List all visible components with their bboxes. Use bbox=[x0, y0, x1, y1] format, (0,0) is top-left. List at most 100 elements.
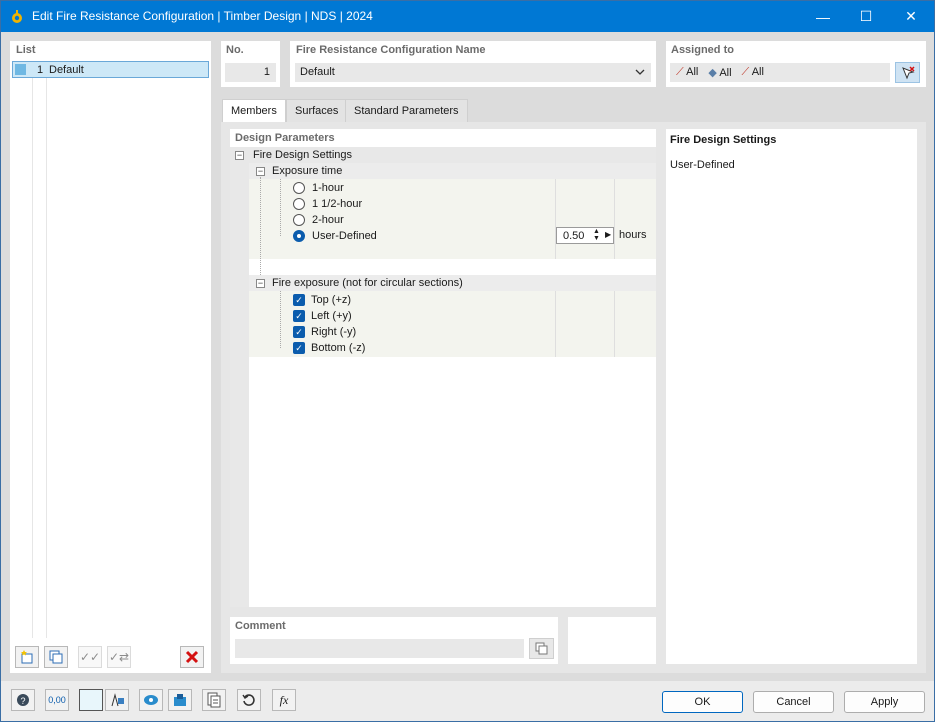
radio-button[interactable] bbox=[293, 214, 305, 226]
arrow-right-icon[interactable]: ▶ bbox=[605, 230, 611, 239]
chevron-down-icon bbox=[635, 69, 645, 75]
dialog-window: Edit Fire Resistance Configuration | Tim… bbox=[0, 0, 935, 722]
window-title: Edit Fire Resistance Configuration | Tim… bbox=[32, 9, 373, 23]
select-objects-button[interactable] bbox=[895, 62, 920, 83]
model-icon[interactable] bbox=[168, 689, 192, 711]
side-label: Left (+y) bbox=[311, 310, 352, 322]
hours-value: 0.50 bbox=[563, 229, 585, 242]
view-icon[interactable] bbox=[139, 689, 163, 711]
spin-arrows-icon[interactable]: ▲ ▼ bbox=[593, 228, 600, 242]
name-value: Default bbox=[300, 66, 335, 78]
svg-text:?: ? bbox=[20, 696, 25, 706]
hours-unit: hours bbox=[619, 229, 647, 241]
ok-button[interactable]: OK bbox=[662, 691, 743, 713]
number-panel: No. 1 bbox=[221, 41, 280, 87]
title-bar: Edit Fire Resistance Configuration | Tim… bbox=[1, 1, 934, 32]
list-item[interactable]: 1 Default bbox=[12, 61, 209, 78]
checkbox-checked-icon[interactable]: ✓ bbox=[293, 294, 305, 306]
name-label: Fire Resistance Configuration Name bbox=[296, 44, 486, 56]
info-title: Fire Design Settings bbox=[670, 134, 777, 146]
red-x-icon[interactable] bbox=[180, 646, 204, 668]
app-icon bbox=[12, 10, 22, 23]
tab-members[interactable]: Members bbox=[222, 99, 286, 122]
side-label: Top (+z) bbox=[311, 294, 352, 306]
radio-2-hour[interactable]: 2-hour bbox=[293, 212, 344, 228]
option-label: 1-hour bbox=[312, 182, 344, 194]
tab-standard-parameters[interactable]: Standard Parameters bbox=[345, 99, 468, 122]
list-item-name: Default bbox=[49, 64, 84, 76]
apply-button[interactable]: Apply bbox=[844, 691, 925, 713]
collapse-icon[interactable]: − bbox=[256, 166, 265, 176]
check-all-icon[interactable]: ✓✓ bbox=[78, 646, 102, 668]
design-parameters-panel: Design Parameters − Fire Design Settings… bbox=[230, 129, 656, 607]
info-text: User-Defined bbox=[670, 159, 735, 171]
side-label: Right (-y) bbox=[311, 326, 357, 338]
color-swatch bbox=[15, 64, 26, 75]
copy-icon bbox=[535, 642, 547, 654]
formula-icon[interactable]: fx bbox=[272, 689, 296, 711]
comment-input[interactable] bbox=[235, 639, 524, 658]
checkbox-checked-icon[interactable]: ✓ bbox=[293, 310, 305, 322]
collapse-icon[interactable]: − bbox=[256, 278, 265, 288]
comment-copy-button[interactable] bbox=[529, 638, 554, 659]
tree-row-exposure-time[interactable]: − Exposure time bbox=[249, 163, 656, 179]
assigned-field: ⟋ All ◆ All ⟋ All bbox=[670, 63, 890, 82]
checkbox-checked-icon[interactable]: ✓ bbox=[293, 342, 305, 354]
close-button[interactable]: ✕ bbox=[889, 1, 933, 32]
option-label: 1 1/2-hour bbox=[312, 198, 363, 210]
no-label: No. bbox=[226, 44, 244, 56]
assigned-members: ⟋ All bbox=[676, 66, 699, 78]
uncheck-icon[interactable]: ✓⇄ bbox=[107, 646, 131, 668]
assigned-panel: Assigned to ⟋ All ◆ All ⟋ All bbox=[666, 41, 926, 87]
option-label: 2-hour bbox=[312, 214, 344, 226]
assigned-sets: ⟋ All bbox=[741, 66, 764, 78]
no-field: 1 bbox=[225, 63, 276, 82]
name-dropdown[interactable]: Default bbox=[295, 63, 651, 82]
color-icon[interactable] bbox=[79, 689, 103, 711]
info-panel: Fire Design Settings User-Defined bbox=[666, 129, 917, 664]
list-panel: List 1 Default ✓✓ ✓⇄ bbox=[10, 41, 211, 673]
hours-spinbox[interactable]: 0.50 ▲ ▼ ▶ bbox=[556, 227, 614, 244]
list-item-no: 1 bbox=[37, 64, 44, 76]
radio-button-selected[interactable] bbox=[293, 230, 305, 242]
radio-button[interactable] bbox=[293, 182, 305, 194]
assigned-label: Assigned to bbox=[671, 44, 734, 56]
display-properties-icon[interactable] bbox=[105, 689, 129, 711]
member-set-icon: ⟋ bbox=[741, 66, 750, 78]
units-icon[interactable]: 0,00 bbox=[45, 689, 69, 711]
radio-1-hour[interactable]: 1-hour bbox=[293, 180, 344, 196]
side-label: Bottom (-z) bbox=[311, 342, 366, 354]
name-panel: Fire Resistance Configuration Name Defau… bbox=[290, 41, 656, 87]
copy-item-icon[interactable] bbox=[44, 646, 68, 668]
comment-panel: Comment bbox=[230, 617, 558, 664]
surface-icon: ◆ bbox=[708, 67, 717, 79]
design-parameters-header: Design Parameters bbox=[235, 132, 335, 144]
table-icon[interactable] bbox=[202, 689, 226, 711]
checkbox-checked-icon[interactable]: ✓ bbox=[293, 326, 305, 338]
option-label: User-Defined bbox=[312, 230, 377, 242]
cancel-button[interactable]: Cancel bbox=[753, 691, 834, 713]
radio-user-defined[interactable]: User-Defined bbox=[293, 228, 377, 244]
help-icon[interactable]: ? bbox=[11, 689, 35, 711]
assigned-surfaces: ◆ All bbox=[708, 67, 732, 79]
checkbox-right[interactable]: ✓ Right (-y) bbox=[293, 324, 356, 340]
tree-row-fire-exposure[interactable]: − Fire exposure (not for circular sectio… bbox=[249, 275, 656, 291]
reset-icon[interactable] bbox=[237, 689, 261, 711]
exposure-time-label: Exposure time bbox=[272, 165, 343, 177]
tree-row-fire-design-settings[interactable]: − Fire Design Settings bbox=[230, 147, 656, 163]
member-icon: ⟋ bbox=[676, 66, 684, 78]
checkbox-bottom[interactable]: ✓ Bottom (-z) bbox=[293, 340, 365, 356]
list-header: List bbox=[16, 44, 36, 56]
fire-exposure-label: Fire exposure (not for circular sections… bbox=[272, 277, 463, 289]
checkbox-left[interactable]: ✓ Left (+y) bbox=[293, 308, 352, 324]
collapse-icon[interactable]: − bbox=[235, 150, 244, 160]
checkbox-top[interactable]: ✓ Top (+z) bbox=[293, 292, 351, 308]
minimize-button[interactable]: — bbox=[801, 1, 845, 32]
radio-button[interactable] bbox=[293, 198, 305, 210]
fire-design-settings-label: Fire Design Settings bbox=[253, 149, 353, 161]
maximize-button[interactable]: ☐ bbox=[844, 1, 888, 32]
new-item-icon[interactable] bbox=[15, 646, 39, 668]
tab-surfaces[interactable]: Surfaces bbox=[286, 99, 348, 122]
radio-1-5-hour[interactable]: 1 1/2-hour bbox=[293, 196, 362, 212]
pick-cursor-icon bbox=[901, 65, 915, 79]
